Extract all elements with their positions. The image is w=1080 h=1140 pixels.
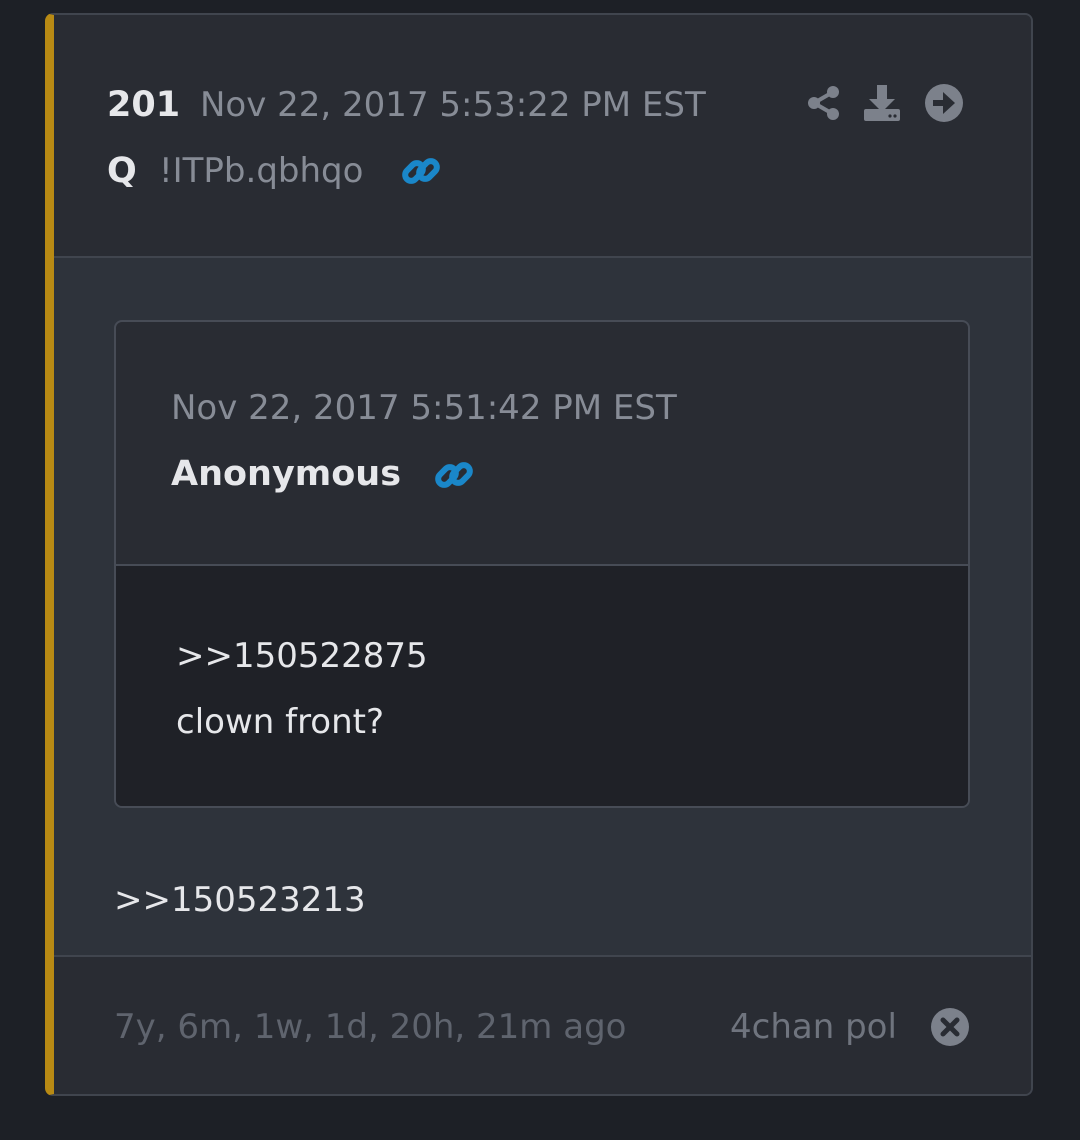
- post-number: 201: [107, 85, 181, 125]
- share-icon[interactable]: [804, 83, 844, 123]
- quoted-link-icon[interactable]: [432, 453, 476, 497]
- arrow-right-circle-icon[interactable]: [924, 83, 964, 123]
- post-date: Nov 22, 2017 5:53:22 PM EST: [200, 85, 706, 125]
- post-footer: 7y, 6m, 1w, 1d, 20h, 21m ago 4chan pol: [54, 955, 1031, 1094]
- post-age: 7y, 6m, 1w, 1d, 20h, 21m ago: [114, 1007, 627, 1047]
- download-icon[interactable]: [862, 83, 902, 123]
- quoted-text: clown front?: [176, 702, 385, 742]
- quoted-reply-link[interactable]: >>150522875: [176, 636, 428, 676]
- quoted-author: Anonymous: [171, 454, 402, 494]
- post-source: 4chan pol: [730, 1007, 897, 1047]
- quoted-header: Nov 22, 2017 5:51:42 PM EST Anonymous: [116, 322, 968, 566]
- quoted-body: >>150522875 clown front?: [116, 566, 968, 806]
- post-tripcode: !ITPb.qbhqo: [159, 151, 364, 191]
- quoted-post: Nov 22, 2017 5:51:42 PM EST Anonymous >>…: [114, 320, 970, 808]
- post-reply-link[interactable]: >>150523213: [114, 880, 366, 920]
- post-author: Q: [107, 151, 137, 191]
- post-card: 201 Nov 22, 2017 5:53:22 PM EST Q !ITPb.…: [45, 13, 1033, 1096]
- post-actions: [804, 83, 974, 127]
- post-header: 201 Nov 22, 2017 5:53:22 PM EST Q !ITPb.…: [54, 15, 1031, 258]
- quoted-date: Nov 22, 2017 5:51:42 PM EST: [171, 388, 677, 428]
- link-icon[interactable]: [399, 149, 443, 193]
- post-body: Nov 22, 2017 5:51:42 PM EST Anonymous >>…: [54, 258, 1031, 955]
- close-circle-icon[interactable]: [930, 1007, 970, 1047]
